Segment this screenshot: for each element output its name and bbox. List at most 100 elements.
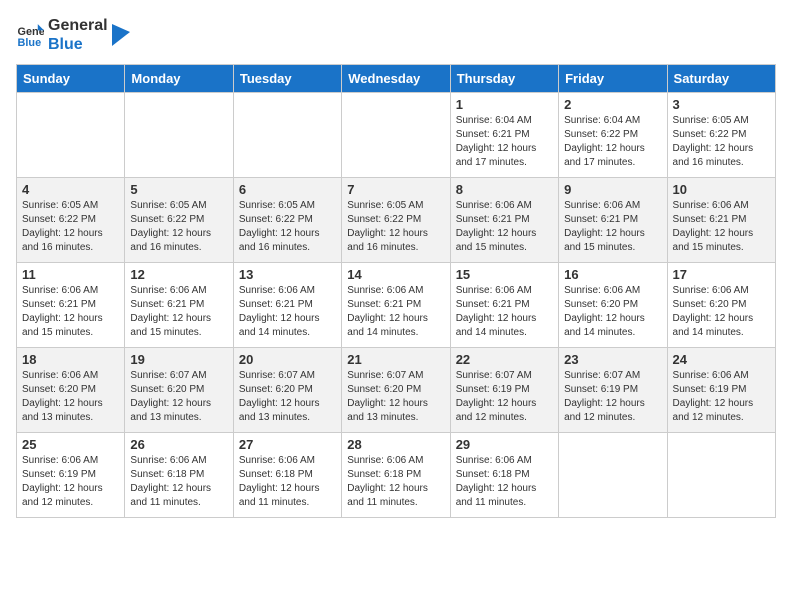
day-info: Sunrise: 6:05 AM Sunset: 6:22 PM Dayligh… [347, 199, 444, 255]
day-info: Sunrise: 6:06 AM Sunset: 6:21 PM Dayligh… [564, 199, 661, 255]
calendar-day-cell: 19 Sunrise: 6:07 AM Sunset: 6:20 PM Dayli… [125, 348, 233, 433]
day-number: 15 [456, 267, 553, 282]
day-number: 10 [673, 182, 770, 197]
day-info: Sunrise: 6:07 AM Sunset: 6:19 PM Dayligh… [564, 369, 661, 425]
day-number: 25 [22, 437, 119, 452]
calendar-day-cell: 10 Sunrise: 6:06 AM Sunset: 6:21 PM Dayli… [667, 178, 775, 263]
calendar-day-cell: 9 Sunrise: 6:06 AM Sunset: 6:21 PM Daylig… [559, 178, 667, 263]
logo: General Blue General Blue [16, 16, 130, 54]
calendar-day-cell: 6 Sunrise: 6:05 AM Sunset: 6:22 PM Daylig… [233, 178, 341, 263]
day-info: Sunrise: 6:05 AM Sunset: 6:22 PM Dayligh… [673, 114, 770, 170]
calendar-week-row: 4 Sunrise: 6:05 AM Sunset: 6:22 PM Daylig… [17, 178, 776, 263]
day-number: 5 [130, 182, 227, 197]
day-number: 22 [456, 352, 553, 367]
day-info: Sunrise: 6:06 AM Sunset: 6:18 PM Dayligh… [239, 454, 336, 510]
day-number: 21 [347, 352, 444, 367]
day-info: Sunrise: 6:05 AM Sunset: 6:22 PM Dayligh… [239, 199, 336, 255]
day-info: Sunrise: 6:06 AM Sunset: 6:21 PM Dayligh… [130, 284, 227, 340]
calendar-day-cell: 1 Sunrise: 6:04 AM Sunset: 6:21 PM Daylig… [450, 93, 558, 178]
calendar-day-cell [233, 93, 341, 178]
day-info: Sunrise: 6:06 AM Sunset: 6:20 PM Dayligh… [564, 284, 661, 340]
day-number: 16 [564, 267, 661, 282]
calendar-week-row: 18 Sunrise: 6:06 AM Sunset: 6:20 PM Dayli… [17, 348, 776, 433]
calendar-day-cell: 11 Sunrise: 6:06 AM Sunset: 6:21 PM Dayli… [17, 263, 125, 348]
day-of-week-header: Friday [559, 65, 667, 93]
day-number: 11 [22, 267, 119, 282]
day-number: 2 [564, 97, 661, 112]
calendar-day-cell: 4 Sunrise: 6:05 AM Sunset: 6:22 PM Daylig… [17, 178, 125, 263]
day-info: Sunrise: 6:06 AM Sunset: 6:21 PM Dayligh… [22, 284, 119, 340]
day-number: 6 [239, 182, 336, 197]
day-info: Sunrise: 6:06 AM Sunset: 6:21 PM Dayligh… [673, 199, 770, 255]
day-number: 4 [22, 182, 119, 197]
day-number: 3 [673, 97, 770, 112]
day-number: 26 [130, 437, 227, 452]
day-number: 27 [239, 437, 336, 452]
day-of-week-header: Tuesday [233, 65, 341, 93]
calendar-day-cell: 15 Sunrise: 6:06 AM Sunset: 6:21 PM Dayli… [450, 263, 558, 348]
calendar-day-cell: 23Sunrise: 6:07 AM Sunset: 6:19 PM Dayli… [559, 348, 667, 433]
day-info: Sunrise: 6:06 AM Sunset: 6:21 PM Dayligh… [456, 284, 553, 340]
calendar-week-row: 11 Sunrise: 6:06 AM Sunset: 6:21 PM Dayli… [17, 263, 776, 348]
day-info: Sunrise: 6:04 AM Sunset: 6:21 PM Dayligh… [456, 114, 553, 170]
day-number: 14 [347, 267, 444, 282]
day-of-week-header: Sunday [17, 65, 125, 93]
calendar-day-cell: 20 Sunrise: 6:07 AM Sunset: 6:20 PM Dayli… [233, 348, 341, 433]
calendar-day-cell: 29 Sunrise: 6:06 AM Sunset: 6:18 PM Dayli… [450, 433, 558, 518]
calendar-day-cell: 26 Sunrise: 6:06 AM Sunset: 6:18 PM Dayli… [125, 433, 233, 518]
calendar-day-cell: 22 Sunrise: 6:07 AM Sunset: 6:19 PM Dayli… [450, 348, 558, 433]
svg-text:Blue: Blue [18, 37, 42, 49]
day-number: 24 [673, 352, 770, 367]
calendar-day-cell: 12 Sunrise: 6:06 AM Sunset: 6:21 PM Dayli… [125, 263, 233, 348]
day-number: 18 [22, 352, 119, 367]
day-info: Sunrise: 6:06 AM Sunset: 6:19 PM Dayligh… [22, 454, 119, 510]
calendar-day-cell [125, 93, 233, 178]
day-number: 12 [130, 267, 227, 282]
day-of-week-header: Thursday [450, 65, 558, 93]
day-info: Sunrise: 6:07 AM Sunset: 6:19 PM Dayligh… [456, 369, 553, 425]
day-number: 13 [239, 267, 336, 282]
calendar-day-cell: 13 Sunrise: 6:06 AM Sunset: 6:21 PM Dayli… [233, 263, 341, 348]
calendar-day-cell: 18 Sunrise: 6:06 AM Sunset: 6:20 PM Dayli… [17, 348, 125, 433]
calendar-day-cell [559, 433, 667, 518]
calendar-day-cell: 25 Sunrise: 6:06 AM Sunset: 6:19 PM Dayli… [17, 433, 125, 518]
logo-blue: Blue [48, 35, 108, 54]
logo-triangle-icon [112, 24, 130, 46]
day-number: 1 [456, 97, 553, 112]
day-info: Sunrise: 6:07 AM Sunset: 6:20 PM Dayligh… [347, 369, 444, 425]
day-number: 19 [130, 352, 227, 367]
calendar-day-cell: 28Sunrise: 6:06 AM Sunset: 6:18 PM Dayli… [342, 433, 450, 518]
day-info: Sunrise: 6:06 AM Sunset: 6:20 PM Dayligh… [673, 284, 770, 340]
day-info: Sunrise: 6:07 AM Sunset: 6:20 PM Dayligh… [130, 369, 227, 425]
calendar-day-cell: 3 Sunrise: 6:05 AM Sunset: 6:22 PM Daylig… [667, 93, 775, 178]
day-info: Sunrise: 6:06 AM Sunset: 6:18 PM Dayligh… [456, 454, 553, 510]
calendar-day-cell: 24 Sunrise: 6:06 AM Sunset: 6:19 PM Dayli… [667, 348, 775, 433]
calendar-table: SundayMondayTuesdayWednesdayThursdayFrid… [16, 64, 776, 518]
day-info: Sunrise: 6:06 AM Sunset: 6:18 PM Dayligh… [347, 454, 444, 510]
calendar-day-cell: 2 Sunrise: 6:04 AM Sunset: 6:22 PM Daylig… [559, 93, 667, 178]
day-info: Sunrise: 6:05 AM Sunset: 6:22 PM Dayligh… [130, 199, 227, 255]
day-number: 7 [347, 182, 444, 197]
day-info: Sunrise: 6:06 AM Sunset: 6:18 PM Dayligh… [130, 454, 227, 510]
day-number: 9 [564, 182, 661, 197]
day-number: 20 [239, 352, 336, 367]
day-info: Sunrise: 6:06 AM Sunset: 6:19 PM Dayligh… [673, 369, 770, 425]
day-info: Sunrise: 6:07 AM Sunset: 6:20 PM Dayligh… [239, 369, 336, 425]
day-info: Sunrise: 6:05 AM Sunset: 6:22 PM Dayligh… [22, 199, 119, 255]
calendar-week-row: 1 Sunrise: 6:04 AM Sunset: 6:21 PM Daylig… [17, 93, 776, 178]
page-header: General Blue General Blue [16, 16, 776, 54]
day-info: Sunrise: 6:04 AM Sunset: 6:22 PM Dayligh… [564, 114, 661, 170]
day-info: Sunrise: 6:06 AM Sunset: 6:20 PM Dayligh… [22, 369, 119, 425]
calendar-day-cell [17, 93, 125, 178]
calendar-day-cell [342, 93, 450, 178]
day-info: Sunrise: 6:06 AM Sunset: 6:21 PM Dayligh… [347, 284, 444, 340]
day-info: Sunrise: 6:06 AM Sunset: 6:21 PM Dayligh… [239, 284, 336, 340]
logo-icon: General Blue [16, 21, 44, 49]
day-of-week-header: Saturday [667, 65, 775, 93]
calendar-day-cell: 27 Sunrise: 6:06 AM Sunset: 6:18 PM Dayli… [233, 433, 341, 518]
day-of-week-header: Wednesday [342, 65, 450, 93]
day-number: 29 [456, 437, 553, 452]
calendar-day-cell: 7 Sunrise: 6:05 AM Sunset: 6:22 PM Daylig… [342, 178, 450, 263]
calendar-week-row: 25 Sunrise: 6:06 AM Sunset: 6:19 PM Dayli… [17, 433, 776, 518]
logo-general: General [48, 16, 108, 35]
